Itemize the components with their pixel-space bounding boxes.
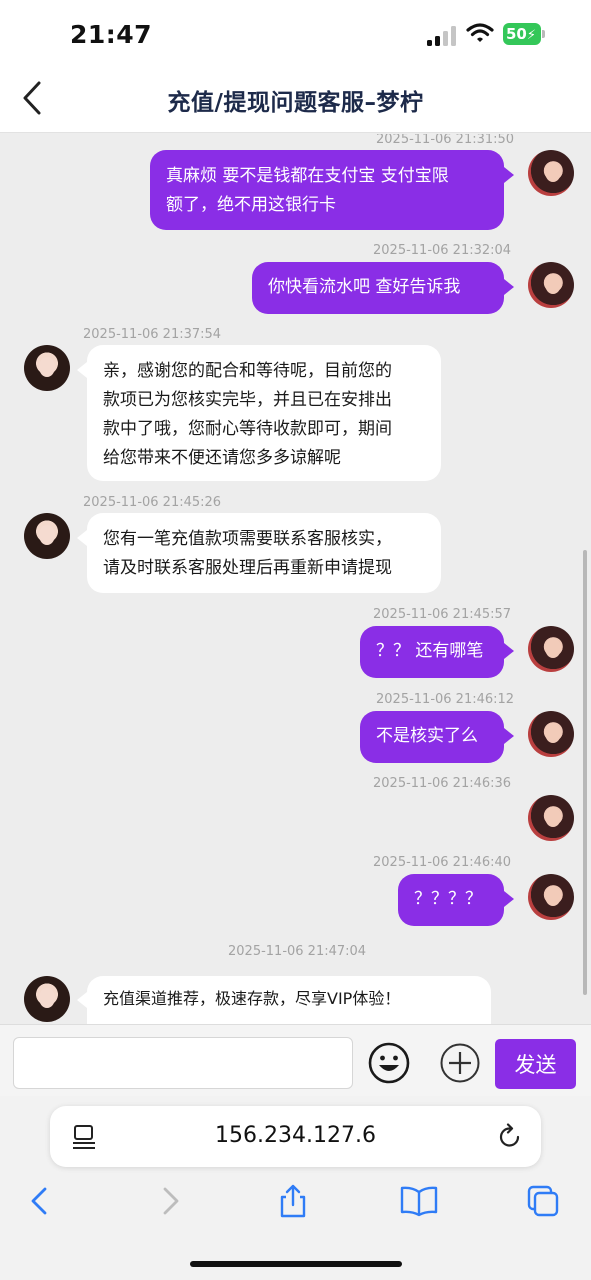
message-timestamp: 2025-11-06 21:46:12 (376, 692, 515, 707)
message-line: 充值渠道推荐，极速存款，尽享VIP体验！ (103, 989, 401, 1008)
bubble-tail (504, 891, 514, 907)
browser-toolbar: 156.234.127.6 (0, 1096, 591, 1280)
bubble-tail (77, 530, 87, 546)
message-line: 给您带来不便还请您多多谅解呢 (103, 448, 341, 468)
chat-list[interactable]: 2025-11-06 21:31:50 真麻烦 要不是钱都在支付宝 支付宝限 额… (0, 134, 591, 1024)
message-line: 亲，感谢您的配合和等待呢，目前您的 (103, 361, 392, 381)
send-button[interactable]: 发送 (495, 1039, 576, 1089)
bookmarks-icon[interactable] (400, 1184, 438, 1218)
user-avatar[interactable] (528, 795, 574, 841)
message-timestamp: 2025-11-06 21:45:57 (373, 607, 512, 622)
emoji-icon[interactable] (367, 1041, 411, 1085)
message-line: 您有一笔充值款项需要联系客服核实， (103, 529, 392, 549)
user-avatar[interactable] (528, 262, 574, 308)
user-avatar[interactable] (528, 626, 574, 672)
share-icon[interactable] (276, 1184, 310, 1218)
message-line: 款项已为您核实完毕，并且已在安排出 (103, 390, 392, 410)
url-text: 156.234.127.6 (215, 1123, 376, 1148)
reload-icon[interactable] (497, 1123, 523, 1151)
message-timestamp: 2025-11-06 21:32:04 (373, 243, 512, 258)
message-bubble[interactable]: 不是核实了么 (360, 711, 504, 763)
message-timestamp: 2025-11-06 21:31:50 (376, 134, 515, 147)
message-bubble[interactable]: 亲，感谢您的配合和等待呢，目前您的 款项已为您核实完毕，并且已在安排出 款中了哦… (87, 345, 441, 481)
bubble-tail (504, 643, 514, 659)
message-bubble[interactable]: 充值渠道推荐，极速存款，尽享VIP体验！ (87, 976, 491, 1024)
user-avatar[interactable] (528, 874, 574, 920)
agent-avatar[interactable] (24, 976, 70, 1022)
battery-tip (542, 30, 545, 38)
message-bubble[interactable]: 真麻烦 要不是钱都在支付宝 支付宝限 额了，绝不用这银行卡 (150, 150, 504, 230)
message-line: 真麻烦 要不是钱都在支付宝 支付宝限 (166, 166, 449, 186)
agent-avatar[interactable] (24, 345, 70, 391)
message-timestamp: 2025-11-06 21:47:04 (228, 944, 367, 959)
back-icon[interactable] (24, 1184, 58, 1218)
plus-circle-icon[interactable] (439, 1042, 481, 1084)
message-line: 款中了哦，您耐心等待收款即可，期间 (103, 419, 392, 439)
user-avatar[interactable] (528, 711, 574, 757)
bubble-tail (77, 362, 87, 378)
agent-avatar[interactable] (24, 513, 70, 559)
forward-icon[interactable] (152, 1184, 186, 1218)
message-line: ？？？？ (414, 889, 482, 909)
message-composer: 发送 (0, 1024, 591, 1096)
tabs-icon[interactable] (526, 1184, 560, 1218)
battery-indicator: 50⚡ (503, 23, 541, 45)
message-input[interactable] (13, 1037, 353, 1089)
cellular-signal-icon (427, 24, 457, 46)
message-line: 请及时联系客服处理后再重新申请提现 (103, 558, 392, 578)
address-bar[interactable]: 156.234.127.6 (50, 1106, 541, 1167)
user-avatar[interactable] (528, 150, 574, 196)
bubble-tail (504, 728, 514, 744)
top-bar: 21:47 50⚡ 充值/提现问题客服–梦柠 (0, 0, 591, 133)
message-timestamp: 2025-11-06 21:46:40 (373, 855, 512, 870)
message-line: 不是核实了么 (376, 726, 478, 746)
battery-level: 50 (506, 25, 527, 43)
chat-scrollbar[interactable] (583, 550, 587, 995)
home-indicator (190, 1261, 402, 1267)
message-bubble[interactable]: 您有一笔充值款项需要联系客服核实， 请及时联系客服处理后再重新申请提现 (87, 513, 441, 593)
message-bubble[interactable]: ？？ 还有哪笔 (360, 626, 504, 678)
bubble-tail (504, 279, 514, 295)
wifi-icon (466, 23, 494, 42)
message-line: 额了，绝不用这银行卡 (166, 195, 336, 215)
bubble-tail (77, 992, 87, 1008)
message-timestamp: 2025-11-06 21:46:36 (373, 776, 512, 791)
bubble-tail (504, 167, 514, 183)
page-title: 充值/提现问题客服–梦柠 (167, 90, 424, 116)
message-timestamp: 2025-11-06 21:37:54 (83, 327, 222, 342)
message-line: ？？ 还有哪笔 (376, 641, 484, 661)
message-timestamp: 2025-11-06 21:45:26 (83, 495, 222, 510)
status-time: 21:47 (70, 20, 153, 49)
message-bubble[interactable]: ？？？？ (398, 874, 504, 926)
message-bubble[interactable]: 你快看流水吧 查好告诉我 (252, 262, 504, 314)
message-line: 你快看流水吧 查好告诉我 (268, 277, 461, 297)
